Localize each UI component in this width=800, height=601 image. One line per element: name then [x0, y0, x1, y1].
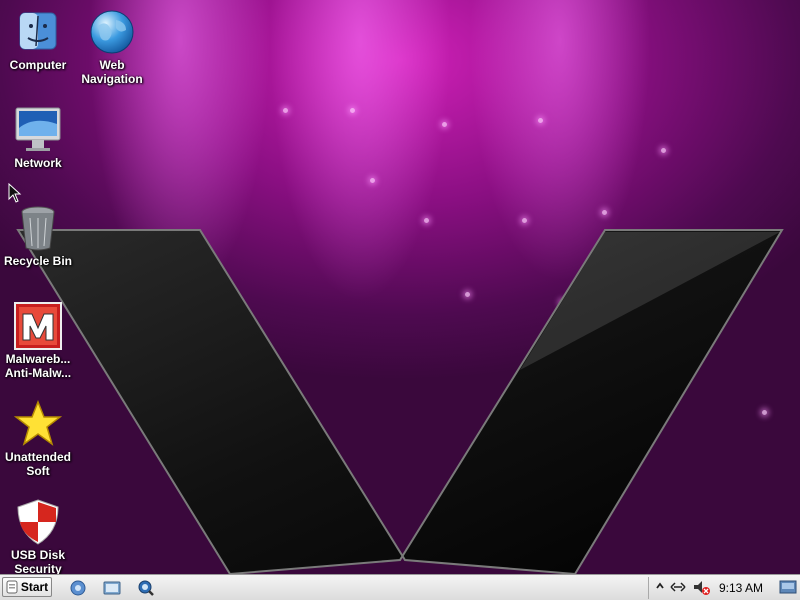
- star-icon: [13, 399, 63, 448]
- desktop-icon-label: USB Disk Security: [10, 548, 66, 574]
- volume-muted-icon[interactable]: [693, 580, 711, 596]
- mouse-cursor-icon: [8, 183, 22, 203]
- desktop-icon-label: Computer: [9, 58, 67, 72]
- start-button[interactable]: Start: [2, 577, 52, 597]
- desktop[interactable]: Computer Web Navigation Network Recycle …: [0, 0, 800, 574]
- monitor-icon: [14, 106, 62, 154]
- desktop-icon-label: Malwareb... Anti-Malw...: [4, 352, 72, 380]
- desktop-icon-usb-disk-security[interactable]: USB Disk Security: [0, 498, 76, 574]
- shield-icon: [14, 498, 62, 546]
- finder-icon: [14, 8, 62, 56]
- taskbar: Start 9:13 AM: [0, 574, 800, 600]
- desktop-icon-malwarebytes[interactable]: Malwareb... Anti-Malw...: [0, 302, 76, 380]
- show-hidden-icons-icon[interactable]: [655, 580, 665, 594]
- show-desktop-icon[interactable]: [779, 580, 797, 594]
- clock[interactable]: 9:13 AM: [719, 581, 763, 595]
- desktop-icon-label: Recycle Bin: [3, 254, 73, 268]
- trash-icon: [14, 204, 62, 252]
- browser-icon[interactable]: [69, 579, 87, 597]
- system-tray: 9:13 AM: [648, 577, 800, 599]
- desktop-icon-label: Web Navigation: [81, 58, 143, 86]
- search-icon[interactable]: [137, 579, 155, 597]
- network-icon[interactable]: [670, 580, 686, 594]
- file-manager-icon[interactable]: [103, 579, 121, 597]
- desktop-icon-unattended-soft[interactable]: Unattended Soft: [0, 399, 76, 478]
- desktop-icon-recycle-bin[interactable]: Recycle Bin: [0, 204, 76, 268]
- malwarebytes-icon: [14, 302, 62, 350]
- wallpaper-v-logo: [16, 229, 784, 574]
- desktop-icon-label: Unattended Soft: [5, 450, 71, 478]
- start-label: Start: [20, 580, 49, 594]
- desktop-icon-label: Network: [14, 156, 62, 170]
- desktop-icon-web-navigation[interactable]: Web Navigation: [74, 8, 150, 86]
- start-logo-icon: [6, 580, 18, 594]
- desktop-icon-network[interactable]: Network: [0, 106, 76, 170]
- globe-icon: [88, 8, 136, 56]
- desktop-icon-computer[interactable]: Computer: [0, 8, 76, 72]
